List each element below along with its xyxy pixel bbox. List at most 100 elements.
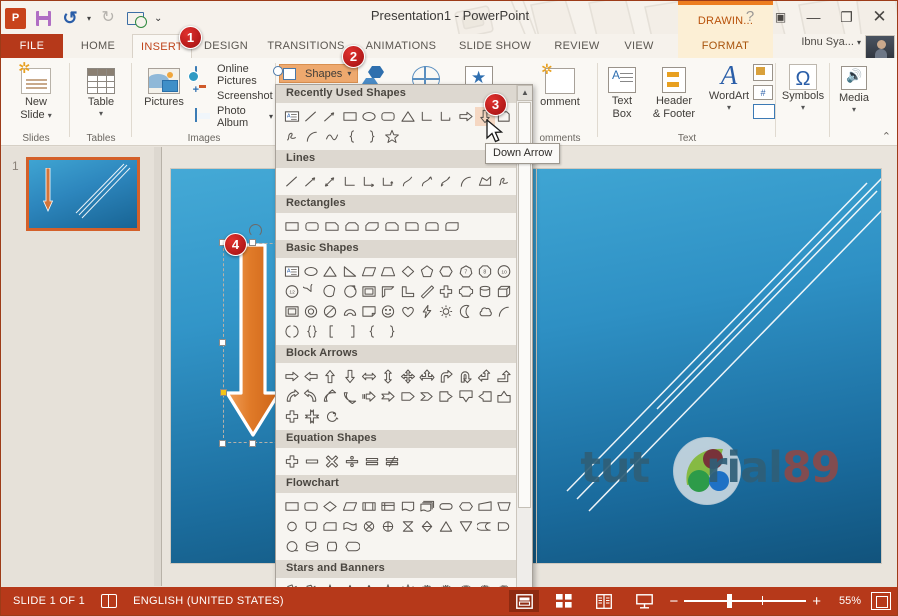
slide-thumbnail-1[interactable]: [26, 157, 140, 231]
shape-left-right-up-arrow[interactable]: [417, 367, 436, 386]
shape-block-arc[interactable]: [340, 302, 359, 321]
shape-collate[interactable]: [398, 517, 417, 536]
zoom-slider-thumb[interactable]: [727, 594, 733, 608]
shape-isosceles-triangle[interactable]: [321, 262, 340, 281]
shape-multiply[interactable]: [322, 452, 342, 471]
shape-cylinder[interactable]: [475, 282, 494, 301]
tab-format[interactable]: FORMAT: [678, 34, 773, 58]
shape-diagonal-stripe[interactable]: [417, 282, 436, 301]
shape-line[interactable]: [282, 172, 301, 191]
shape-elbow-double-arrow[interactable]: [379, 172, 398, 191]
slide-sorter-view-button[interactable]: [549, 590, 579, 612]
shape-down-arrow-callout[interactable]: [456, 387, 475, 406]
wordart-dropdown-icon[interactable]: ▾: [705, 103, 753, 112]
shape-heptagon[interactable]: 7: [456, 262, 475, 281]
gallery-scroll-up-icon[interactable]: ▲: [517, 85, 532, 101]
table-dropdown-icon[interactable]: ▾: [74, 109, 128, 118]
shape-snip-diagonal-corner[interactable]: [362, 217, 382, 236]
zoom-out-icon[interactable]: −: [669, 594, 678, 609]
zoom-slider-track[interactable]: [684, 594, 807, 608]
new-slide-button[interactable]: New Slide ▾: [9, 59, 63, 122]
shape-arc[interactable]: [302, 127, 322, 146]
gallery-scrollbar[interactable]: ▲ ▼: [516, 85, 532, 615]
online-pictures-button[interactable]: Online Pictures: [195, 63, 273, 87]
shape-rectangle[interactable]: [282, 217, 302, 236]
shape-snip-single-corner[interactable]: [322, 217, 342, 236]
shape-striped-right-arrow[interactable]: [359, 387, 378, 406]
user-dropdown-icon[interactable]: ▾: [857, 38, 861, 47]
shape-smiley-face[interactable]: [379, 302, 398, 321]
shape-decagon[interactable]: 10: [495, 262, 514, 281]
shape-triangle[interactable]: [398, 107, 417, 126]
shape-elbow-arrow[interactable]: [359, 172, 378, 191]
date-time-button[interactable]: [753, 64, 773, 81]
maximize-icon[interactable]: ❐: [831, 5, 862, 29]
shape-pentagon[interactable]: [417, 262, 436, 281]
symbols-dropdown-icon[interactable]: ▾: [779, 103, 827, 112]
shape-extract[interactable]: [437, 517, 456, 536]
shape-diamond[interactable]: [398, 262, 417, 281]
shape-delay[interactable]: [495, 517, 514, 536]
shape-right-brace[interactable]: [362, 127, 382, 146]
shape-cross[interactable]: [437, 282, 456, 301]
shape-rounded-rectangle[interactable]: [379, 107, 398, 126]
shape-rounded-rectangle[interactable]: [302, 217, 322, 236]
user-account[interactable]: Ibnu Sya... ▾: [801, 36, 861, 48]
object-button[interactable]: [753, 104, 775, 119]
photo-album-button[interactable]: Photo Album ▾: [195, 105, 273, 129]
shape-donut[interactable]: [301, 302, 320, 321]
slide-show-view-button[interactable]: [629, 590, 659, 612]
shape-freeform-shape[interactable]: [475, 172, 494, 191]
selected-shape-down-arrow[interactable]: [219, 224, 287, 447]
shape-right-arrow[interactable]: [282, 367, 301, 386]
shape-arc[interactable]: [495, 302, 514, 321]
shape-decision[interactable]: [321, 497, 340, 516]
shape-line-arrow[interactable]: [321, 107, 340, 126]
zoom-level-label[interactable]: 55%: [831, 595, 861, 607]
resize-handle-sw[interactable]: [219, 440, 226, 447]
shape-left-brace[interactable]: [362, 322, 382, 341]
reading-view-button[interactable]: [589, 590, 619, 612]
shape-merge[interactable]: [456, 517, 475, 536]
resize-handle-s[interactable]: [249, 440, 256, 447]
shape-text-box[interactable]: A: [282, 107, 301, 126]
shape-quad-arrow-callout[interactable]: [302, 407, 322, 426]
shape-line[interactable]: [301, 107, 320, 126]
shape-terminator[interactable]: [437, 497, 456, 516]
zoom-slider[interactable]: − +: [669, 594, 821, 609]
shape-folded-corner[interactable]: [359, 302, 378, 321]
shapes-button[interactable]: Shapes ▾: [279, 64, 359, 83]
slide-number-button[interactable]: #: [753, 85, 773, 100]
shape-manual-operation[interactable]: [495, 497, 514, 516]
slide-canvas-right[interactable]: tutoorial89: [537, 169, 881, 563]
media-dropdown-icon[interactable]: ▾: [830, 105, 878, 114]
shape-left-brace[interactable]: [342, 127, 362, 146]
rotation-handle[interactable]: [249, 224, 262, 237]
shape-curved-double-arrow[interactable]: [437, 172, 456, 191]
shape-octagon[interactable]: 8: [475, 262, 494, 281]
shape-double-arc[interactable]: [322, 127, 342, 146]
shape-parallelogram[interactable]: [359, 262, 378, 281]
shape-freeform-scribble[interactable]: [282, 127, 302, 146]
tab-animations[interactable]: ANIMATIONS: [355, 34, 447, 58]
media-button[interactable]: Media ▾: [830, 62, 878, 114]
shapes-dropdown-icon[interactable]: ▾: [347, 69, 351, 78]
shape-oval[interactable]: [301, 262, 320, 281]
shape-cube[interactable]: [495, 282, 514, 301]
shape-snip-same-side-corner[interactable]: [342, 217, 362, 236]
shape-curved-up-arrow[interactable]: [321, 387, 340, 406]
shape-bevel[interactable]: [282, 302, 301, 321]
shape-curved-down-arrow[interactable]: [340, 387, 359, 406]
shape-round-diagonal-corner[interactable]: [442, 217, 462, 236]
shape-notched-right-arrow[interactable]: [379, 387, 398, 406]
ribbon-display-options-icon[interactable]: ▣: [765, 5, 796, 29]
shape-hexagon[interactable]: [437, 262, 456, 281]
shape-rectangle[interactable]: [340, 107, 359, 126]
shape-direct-access-storage[interactable]: [322, 537, 342, 556]
shape-pentagon-arrow[interactable]: [398, 387, 417, 406]
shape-line-double-arrow[interactable]: [321, 172, 340, 191]
shape-elbow-connector[interactable]: [340, 172, 359, 191]
minimize-icon[interactable]: —: [798, 5, 829, 29]
shape-left-arrow-callout[interactable]: [475, 387, 494, 406]
shape-internal-storage[interactable]: [379, 497, 398, 516]
